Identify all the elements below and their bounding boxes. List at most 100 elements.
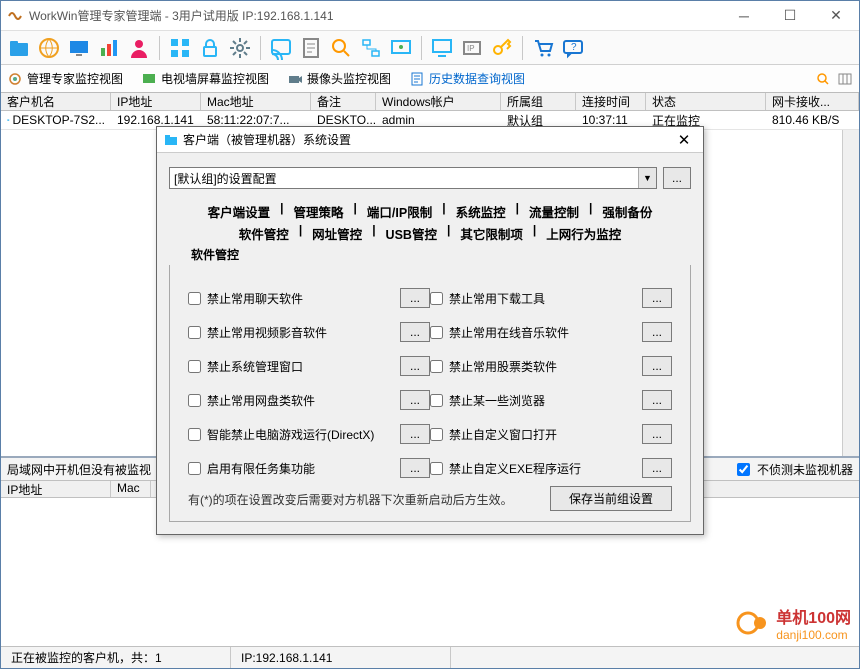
app-window: WorkWin管理专家管理端 - 3用户试用版 IP:192.168.1.141… xyxy=(0,0,860,669)
tab-active-label: 软件管控 xyxy=(169,244,691,263)
key-icon[interactable] xyxy=(490,36,514,60)
view-history[interactable]: 历史数据查询视图 xyxy=(409,70,525,87)
tab-panel: 禁止常用聊天软件... 禁止常用视频影音软件... 禁止系统管理窗口... 禁止… xyxy=(169,265,691,522)
more-button[interactable]: ... xyxy=(642,390,672,410)
dialog-tabs: 客户端设置| 管理策略| 端口/IP限制| 系统监控| 流量控制| 强制备份 软… xyxy=(169,201,691,522)
tab-sysmon[interactable]: 系统监控 xyxy=(456,201,506,222)
more-button[interactable]: ... xyxy=(400,356,430,376)
maximize-button[interactable]: ☐ xyxy=(767,1,813,31)
network-icon[interactable] xyxy=(359,36,383,60)
eye-icon xyxy=(7,71,23,87)
chk-download[interactable] xyxy=(430,292,443,305)
chk-chat[interactable] xyxy=(188,292,201,305)
col-client[interactable]: 客户机名 xyxy=(1,93,111,110)
chevron-down-icon: ▼ xyxy=(638,168,656,188)
separator xyxy=(260,36,261,60)
lock-icon[interactable] xyxy=(198,36,222,60)
notes-icon[interactable] xyxy=(299,36,323,60)
tab-traffic[interactable]: 流量控制 xyxy=(529,201,579,222)
col-remark[interactable]: 备注 xyxy=(311,93,376,110)
chk-stock[interactable] xyxy=(430,360,443,373)
folder-icon xyxy=(163,132,179,148)
cast-icon[interactable] xyxy=(269,36,293,60)
minimize-button[interactable]: ─ xyxy=(721,1,767,31)
chk-browser[interactable] xyxy=(430,394,443,407)
save-button[interactable]: 保存当前组设置 xyxy=(550,486,672,511)
grid-icon[interactable] xyxy=(168,36,192,60)
chk-custom-window[interactable] xyxy=(430,428,443,441)
col-net[interactable]: 网卡接收... xyxy=(766,93,859,110)
tab-software[interactable]: 软件管控 xyxy=(239,223,289,244)
dialog-close-button[interactable]: ✕ xyxy=(671,129,697,151)
close-button[interactable]: ✕ xyxy=(813,1,859,31)
tab-behavior[interactable]: 上网行为监控 xyxy=(546,223,621,244)
columns-icon[interactable] xyxy=(837,71,853,87)
search-icon[interactable] xyxy=(329,36,353,60)
dialog-title: 客户端（被管理机器）系统设置 xyxy=(183,131,671,148)
lower-col-mac[interactable]: Mac xyxy=(111,481,151,497)
more-button[interactable]: ... xyxy=(400,458,430,478)
folder-icon[interactable] xyxy=(7,36,31,60)
display-icon[interactable] xyxy=(67,36,91,60)
tab-usb[interactable]: USB管控 xyxy=(386,223,437,244)
col-winuser[interactable]: Windows帐户 xyxy=(376,93,501,110)
more-button[interactable]: ... xyxy=(400,424,430,444)
globe-icon[interactable] xyxy=(37,36,61,60)
col-status[interactable]: 状态 xyxy=(646,93,766,110)
chk-music[interactable] xyxy=(430,326,443,339)
tab-policy[interactable]: 管理策略 xyxy=(294,201,344,222)
tab-url[interactable]: 网址管控 xyxy=(312,223,362,244)
view-tabs: 管理专家监控视图 电视墙屏幕监控视图 摄像头监控视图 历史数据查询视图 xyxy=(1,65,859,93)
no-detect-checkbox[interactable]: 不侦测未监视机器 xyxy=(733,460,853,479)
chart-icon[interactable] xyxy=(97,36,121,60)
view-camera[interactable]: 摄像头监控视图 xyxy=(287,70,391,87)
svg-text:?: ? xyxy=(571,42,577,53)
tab-port[interactable]: 端口/IP限制 xyxy=(367,201,432,222)
lower-col-ip[interactable]: IP地址 xyxy=(1,481,111,497)
more-button[interactable]: ... xyxy=(642,322,672,342)
more-button[interactable]: ... xyxy=(642,288,672,308)
col-time[interactable]: 连接时间 xyxy=(576,93,646,110)
more-button[interactable]: ... xyxy=(400,322,430,342)
camera-icon xyxy=(287,71,303,87)
chk-limited-task[interactable] xyxy=(188,462,201,475)
cart-icon[interactable] xyxy=(531,36,555,60)
view-monitor[interactable]: 管理专家监控视图 xyxy=(7,70,123,87)
col-ip[interactable]: IP地址 xyxy=(111,93,201,110)
more-button[interactable]: ... xyxy=(642,356,672,376)
more-button[interactable]: ... xyxy=(642,424,672,444)
more-button[interactable]: ... xyxy=(400,390,430,410)
col-mac[interactable]: Mac地址 xyxy=(201,93,311,110)
tab-client[interactable]: 客户端设置 xyxy=(208,201,271,222)
gear-icon[interactable] xyxy=(228,36,252,60)
chk-netdisk[interactable] xyxy=(188,394,201,407)
chk-custom-exe[interactable] xyxy=(430,462,443,475)
ip-icon[interactable]: IP xyxy=(460,36,484,60)
chat-icon[interactable]: ? xyxy=(561,36,585,60)
search-small-icon[interactable] xyxy=(815,71,831,87)
scrollbar[interactable] xyxy=(842,130,859,456)
logo-icon xyxy=(736,611,770,635)
pc-icon xyxy=(7,112,10,128)
view-tvwall[interactable]: 电视墙屏幕监控视图 xyxy=(141,70,269,87)
more-button[interactable]: ... xyxy=(400,288,430,308)
tv-icon xyxy=(141,71,157,87)
separator xyxy=(159,36,160,60)
svg-text:IP: IP xyxy=(467,44,475,53)
app-icon xyxy=(7,8,23,24)
watermark: 单机100网 danji100.com xyxy=(736,604,851,642)
monitor2-icon[interactable] xyxy=(389,36,413,60)
user-icon[interactable] xyxy=(127,36,151,60)
chk-game[interactable] xyxy=(188,428,201,441)
desktop-icon[interactable] xyxy=(430,36,454,60)
config-combobox[interactable]: [默认组]的设置配置 ▼ xyxy=(169,167,657,189)
status-clients: 正在被监控的客户机，共：1 xyxy=(1,647,231,668)
col-group[interactable]: 所属组 xyxy=(501,93,576,110)
config-more-button[interactable]: ... xyxy=(663,167,691,189)
chk-sysmgr[interactable] xyxy=(188,360,201,373)
more-button[interactable]: ... xyxy=(642,458,672,478)
tab-backup[interactable]: 强制备份 xyxy=(602,201,652,222)
chk-video[interactable] xyxy=(188,326,201,339)
tab-other[interactable]: 其它限制项 xyxy=(460,223,523,244)
dialog-titlebar: 客户端（被管理机器）系统设置 ✕ xyxy=(157,127,703,153)
